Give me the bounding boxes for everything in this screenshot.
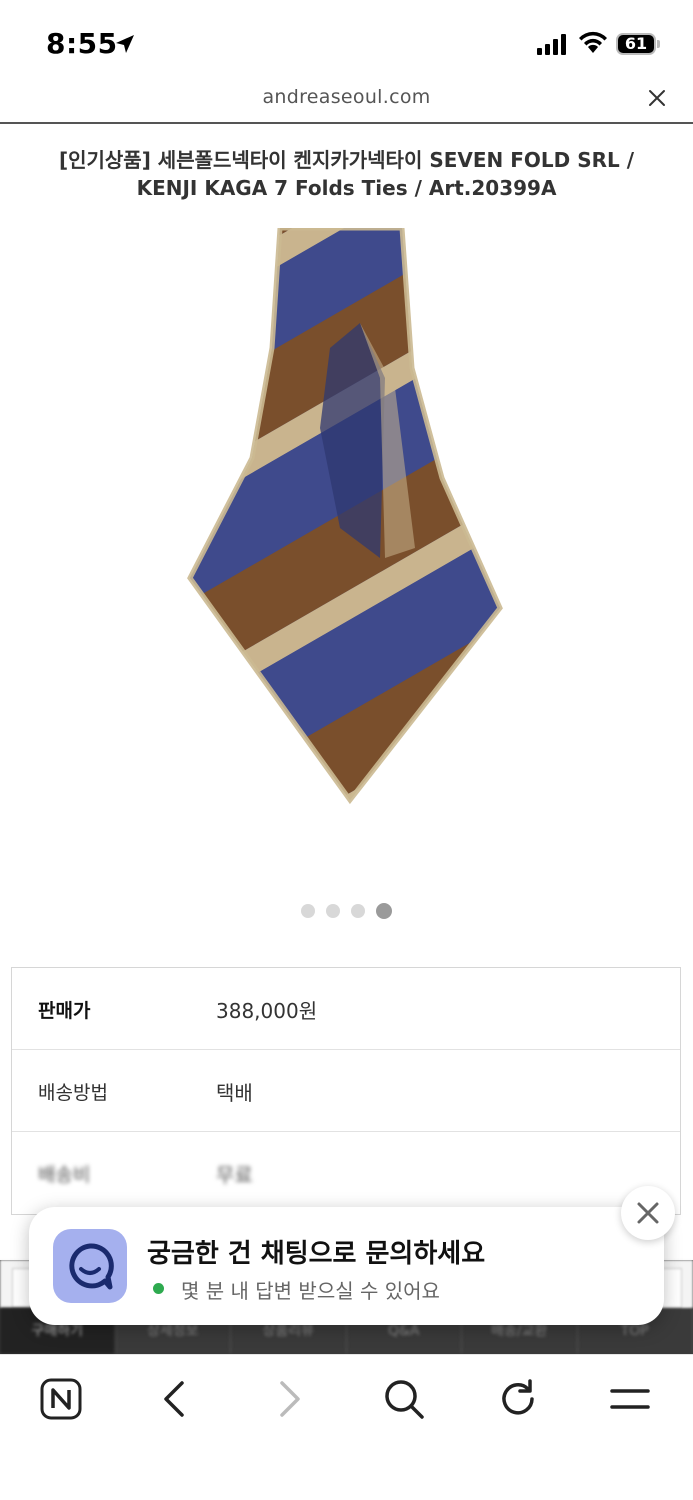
carousel-dot[interactable] (325, 903, 340, 918)
page: 8:55 61 andreaseoul.com [인기상품] 세븐폴드넥타이 켄… (0, 0, 693, 1500)
naver-n-icon[interactable] (40, 1377, 84, 1421)
browser-bottom-nav (0, 1354, 693, 1500)
chat-title: 궁금한 건 채팅으로 문의하세요 (147, 1239, 486, 1269)
close-icon[interactable] (621, 1186, 675, 1240)
product-info-table: 판매가 388,000원 배송방법 택배 배송비 무료 (11, 967, 681, 1215)
carousel-dots[interactable] (0, 900, 693, 919)
info-row-price: 판매가 388,000원 (12, 968, 680, 1050)
shipping-fee-label: 배송비 (38, 1164, 91, 1186)
status-bar: 8:55 61 (0, 0, 693, 80)
status-time: 8:55 (46, 27, 118, 60)
battery-icon: 61 (616, 33, 660, 55)
info-row-shipping-fee: 배송비 무료 (12, 1132, 680, 1214)
chat-popup[interactable]: 궁금한 건 채팅으로 문의하세요 몇 분 내 답변 받으실 수 있어요 (29, 1207, 664, 1325)
info-row-shipping-method: 배송방법 택배 (12, 1050, 680, 1132)
location-arrow-icon (116, 35, 134, 53)
chat-close-button[interactable] (621, 1186, 675, 1240)
refresh-icon[interactable] (496, 1377, 540, 1421)
close-icon[interactable] (647, 88, 667, 108)
wifi-icon (579, 31, 607, 53)
url-bar[interactable]: andreaseoul.com (0, 80, 693, 124)
shipping-fee-value: 무료 (216, 1163, 253, 1187)
menu-icon[interactable] (608, 1377, 652, 1421)
product-image[interactable] (180, 228, 520, 808)
shipping-method-value: 택배 (216, 1081, 253, 1105)
url-text[interactable]: andreaseoul.com (0, 86, 693, 108)
search-icon[interactable] (382, 1377, 426, 1421)
carousel-dot-active[interactable] (376, 902, 393, 919)
signal-bars-icon (537, 34, 566, 55)
price-label: 판매가 (38, 1000, 91, 1022)
chat-bubble-icon[interactable] (53, 1229, 127, 1303)
online-status-dot (153, 1283, 164, 1294)
chat-subtitle: 몇 분 내 답변 받으실 수 있어요 (181, 1279, 440, 1303)
battery-level: 61 (624, 34, 648, 53)
shipping-method-label: 배송방법 (38, 1082, 108, 1104)
forward-arrow-icon[interactable] (268, 1377, 312, 1421)
carousel-dot[interactable] (300, 903, 315, 918)
carousel-dot[interactable] (351, 903, 366, 918)
back-arrow-icon[interactable] (152, 1377, 196, 1421)
price-value: 388,000원 (216, 999, 318, 1023)
product-title: [인기상품] 세븐폴드넥타이 켄지카가넥타이 SEVEN FOLD SRL / … (58, 148, 635, 200)
